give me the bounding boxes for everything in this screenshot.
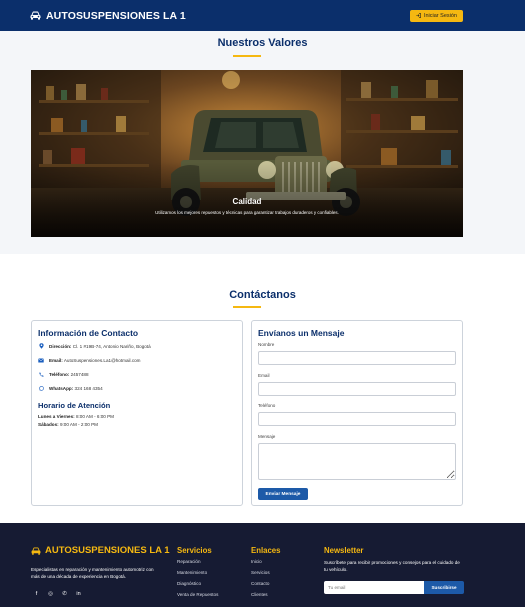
info-title: Información de Contacto bbox=[38, 328, 139, 338]
slide-title: Calidad bbox=[232, 197, 262, 206]
footer-brand: AUTOSUSPENSIONES LA 1 bbox=[31, 545, 170, 556]
message-form-card: Envíanos un Mensaje Nombre Email Teléfon… bbox=[251, 320, 463, 506]
phone-value: 2457488 bbox=[70, 371, 89, 377]
address-row: Dirección: Cl. 1 #19B-74, Antonio Nariño… bbox=[38, 343, 151, 349]
footer-brand-name: AUTOSUSPENSIONES LA 1 bbox=[45, 545, 170, 556]
top-navbar: AUTOSUSPENSIONES LA 1 Iniciar Sesión bbox=[0, 0, 525, 31]
saturday-label: Sábados: bbox=[38, 422, 59, 427]
phone-field-label: Teléfono bbox=[258, 403, 276, 408]
car-icon bbox=[31, 546, 41, 555]
email-label: Email: bbox=[49, 357, 63, 363]
nav-link[interactable]: Inicio bbox=[251, 559, 262, 564]
email-value[interactable]: AutoSuspensiones.La1@hotmail.com bbox=[64, 358, 141, 363]
slide-text: Utilizamos los mejores repuestos y técni… bbox=[155, 210, 339, 215]
whatsapp-icon[interactable]: ✆ bbox=[61, 591, 68, 597]
social-links: f ◎ ✆ in bbox=[33, 591, 82, 597]
phone-icon bbox=[38, 371, 44, 377]
whatsapp-icon bbox=[38, 385, 44, 391]
facebook-icon[interactable]: f bbox=[33, 591, 40, 597]
nav-link[interactable]: Clientes bbox=[251, 592, 268, 597]
email-field[interactable] bbox=[258, 382, 456, 396]
send-message-button[interactable]: Enviar Mensaje bbox=[258, 488, 308, 500]
whatsapp-row: WhatsApp: 324 168 4354 bbox=[38, 385, 103, 391]
weekday-hours: Lunes a Viernes: 8:00 AM - 6:00 PM bbox=[38, 414, 114, 419]
service-link[interactable]: Venta de Repuestos bbox=[177, 592, 218, 597]
contact-info-card: Información de Contacto Dirección: Cl. 1… bbox=[31, 320, 243, 506]
weekdays-label: Lunes a Viernes: bbox=[38, 414, 75, 419]
service-link[interactable]: Reparación bbox=[177, 559, 201, 564]
subscribe-button[interactable]: Suscribirse bbox=[424, 581, 464, 594]
values-title: Nuestros Valores bbox=[217, 37, 308, 49]
form-title: Envíanos un Mensaje bbox=[258, 328, 345, 338]
address-value: Cl. 1 #19B-74, Antonio Nariño, Bogotá bbox=[72, 343, 151, 349]
name-label: Nombre bbox=[258, 342, 275, 347]
weekdays-value: 8:00 AM - 6:00 PM bbox=[75, 414, 115, 419]
message-field[interactable] bbox=[258, 443, 456, 480]
car-icon bbox=[30, 11, 41, 20]
phone-label: Teléfono: bbox=[49, 371, 70, 377]
brand[interactable]: AUTOSUSPENSIONES LA 1 bbox=[30, 10, 186, 22]
login-label: Iniciar Sesión bbox=[423, 12, 457, 19]
footer-description: Especialistas en reparación y mantenimie… bbox=[31, 567, 154, 579]
title-underline bbox=[233, 55, 261, 57]
links-title: Enlaces bbox=[251, 546, 281, 555]
whatsapp-label: WhatsApp: bbox=[49, 385, 74, 391]
saturday-hours: Sábados: 9:00 AM - 2:00 PM bbox=[38, 422, 98, 427]
service-link[interactable]: Mantenimiento bbox=[177, 570, 207, 575]
phone-field[interactable] bbox=[258, 412, 456, 426]
nav-link[interactable]: Servicios bbox=[251, 570, 270, 575]
newsletter-text: Suscríbete para recibir promociones y co… bbox=[324, 560, 460, 572]
instagram-icon[interactable]: ◎ bbox=[47, 591, 54, 597]
login-button[interactable]: Iniciar Sesión bbox=[409, 9, 463, 22]
footer: AUTOSUSPENSIONES LA 1 Especialistas en r… bbox=[0, 523, 525, 607]
email-row: Email: AutoSuspensiones.La1@hotmail.com bbox=[38, 357, 141, 363]
newsletter-title: Newsletter bbox=[324, 546, 364, 555]
message-label: Mensaje bbox=[258, 434, 276, 439]
brand-name: AUTOSUSPENSIONES LA 1 bbox=[46, 9, 186, 22]
whatsapp-value: 324 168 4354 bbox=[74, 385, 103, 391]
contact-title-underline bbox=[233, 306, 261, 308]
linkedin-icon[interactable]: in bbox=[75, 591, 82, 597]
envelope-icon bbox=[38, 357, 44, 363]
map-pin-icon bbox=[38, 343, 44, 349]
phone-row: Teléfono: 2457488 bbox=[38, 371, 89, 377]
address-label: Dirección: bbox=[49, 343, 72, 349]
hours-title: Horario de Atención bbox=[38, 401, 111, 410]
nav-link[interactable]: Contacto bbox=[251, 581, 269, 586]
services-title: Servicios bbox=[177, 546, 212, 555]
hero-carousel[interactable]: Calidad Utilizamos los mejores repuestos… bbox=[31, 70, 463, 237]
sign-in-icon bbox=[416, 13, 421, 18]
name-field[interactable] bbox=[258, 351, 456, 365]
service-link[interactable]: Diagnóstico bbox=[177, 581, 201, 586]
contact-title: Contáctanos bbox=[229, 289, 296, 301]
saturday-value: 9:00 AM - 2:00 PM bbox=[59, 422, 99, 427]
email-field-label: Email bbox=[258, 373, 270, 378]
newsletter-email-input[interactable] bbox=[324, 581, 424, 594]
